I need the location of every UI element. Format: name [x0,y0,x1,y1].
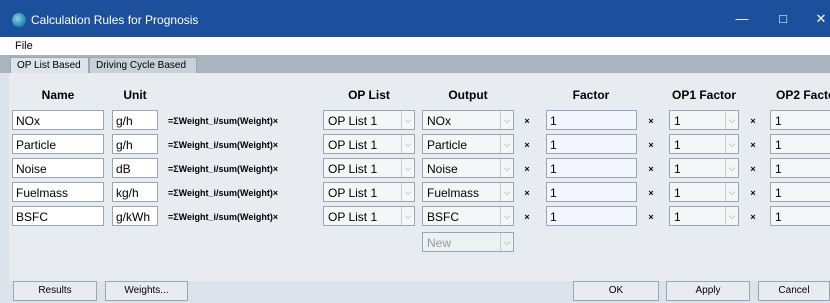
apply-button[interactable]: Apply [666,281,750,301]
op1-factor-select[interactable]: 1 ⌵ [669,206,739,226]
op1-factor-select[interactable]: 1 ⌵ [669,158,739,178]
factor-field[interactable]: 1 [546,110,637,130]
chevron-down-icon: ⌵ [500,135,513,153]
unit-field[interactable]: g/h [112,110,158,130]
name-field[interactable]: BSFC [12,206,104,226]
multiply-symbol: × [524,212,530,222]
op-list-select[interactable]: OP List 1 ⌵ [323,134,415,154]
factor-field[interactable]: 1 [546,206,637,226]
chevron-down-icon: ⌵ [401,183,414,201]
menu-bar: File [0,37,830,55]
unit-field[interactable]: dB [112,158,158,178]
chevron-down-icon: ⌵ [500,233,513,251]
multiply-symbol: × [750,140,756,150]
chevron-down-icon: ⌵ [500,159,513,177]
chevron-down-icon: ⌵ [500,207,513,225]
formula-label: =ΣWeight_i/sum(Weight)× [168,164,279,174]
multiply-symbol: × [648,140,654,150]
title-bar: Calculation Rules for Prognosis — □ ✕ [0,0,830,37]
formula-label: =ΣWeight_i/sum(Weight)× [168,188,279,198]
multiply-symbol: × [648,164,654,174]
factor-field[interactable]: 1 [546,134,637,154]
op2-factor-select[interactable]: 1 [770,158,830,178]
op2-factor-select[interactable]: 1 [770,182,830,202]
close-button[interactable]: ✕ [806,8,830,30]
op2-factor-select[interactable]: 1 [770,110,830,130]
op1-factor-select[interactable]: 1 ⌵ [669,134,739,154]
header-name: Name [41,88,75,102]
output-select[interactable]: Noise ⌵ [422,158,514,178]
output-select[interactable]: Fuelmass ⌵ [422,182,514,202]
tab-strip: OP List Based Driving Cycle Based [0,55,830,73]
header-op1-factor: OP1 Factor [671,88,737,102]
header-factor: Factor [572,88,610,102]
chevron-down-icon: ⌵ [725,159,738,177]
multiply-symbol: × [524,188,530,198]
tab-driving-cycle-based[interactable]: Driving Cycle Based [89,57,197,73]
multiply-symbol: × [648,212,654,222]
cancel-button[interactable]: Cancel [758,281,830,301]
window-title: Calculation Rules for Prognosis [31,13,199,27]
chevron-down-icon: ⌵ [725,207,738,225]
menu-file[interactable]: File [15,40,33,52]
multiply-symbol: × [750,164,756,174]
op-list-select[interactable]: OP List 1 ⌵ [323,158,415,178]
ok-button[interactable]: OK [573,281,659,301]
multiply-symbol: × [750,116,756,126]
name-field[interactable]: NOx [12,110,104,130]
factor-field[interactable]: 1 [546,182,637,202]
multiply-symbol: × [750,188,756,198]
op2-factor-select[interactable]: 1 [770,134,830,154]
op-list-select[interactable]: OP List 1 ⌵ [323,206,415,226]
formula-label: =ΣWeight_i/sum(Weight)× [168,212,279,222]
chevron-down-icon: ⌵ [401,135,414,153]
op-list-select[interactable]: OP List 1 ⌵ [323,182,415,202]
header-output: Output [448,88,488,102]
name-field[interactable]: Noise [12,158,104,178]
chevron-down-icon: ⌵ [725,183,738,201]
header-op-list: OP List [348,88,390,102]
output-select[interactable]: BSFC ⌵ [422,206,514,226]
chevron-down-icon: ⌵ [500,111,513,129]
tab-op-list-based[interactable]: OP List Based [10,57,89,73]
unit-field[interactable]: kg/h [112,182,158,202]
factor-field[interactable]: 1 [546,158,637,178]
header-op2-factor: OP2 Facto [776,88,830,102]
chevron-down-icon: ⌵ [401,159,414,177]
multiply-symbol: × [648,188,654,198]
unit-field[interactable]: g/h [112,134,158,154]
header-unit: Unit [123,88,147,102]
name-field[interactable]: Particle [12,134,104,154]
formula-label: =ΣWeight_i/sum(Weight)× [168,116,279,126]
chevron-down-icon: ⌵ [401,207,414,225]
minimize-button[interactable]: — [727,8,757,30]
results-button[interactable]: Results [13,281,97,301]
chevron-down-icon: ⌵ [725,111,738,129]
chevron-down-icon: ⌵ [500,183,513,201]
multiply-symbol: × [750,212,756,222]
new-output-select[interactable]: New ⌵ [422,232,514,252]
op2-factor-select[interactable]: 1 [770,206,830,226]
op1-factor-select[interactable]: 1 ⌵ [669,110,739,130]
unit-field[interactable]: g/kWh [112,206,158,226]
chevron-down-icon: ⌵ [401,111,414,129]
output-select[interactable]: Particle ⌵ [422,134,514,154]
app-icon [12,13,26,27]
multiply-symbol: × [524,140,530,150]
multiply-symbol: × [524,164,530,174]
formula-label: =ΣWeight_i/sum(Weight)× [168,140,279,150]
multiply-symbol: × [648,116,654,126]
output-select[interactable]: NOx ⌵ [422,110,514,130]
op1-factor-select[interactable]: 1 ⌵ [669,182,739,202]
multiply-symbol: × [524,116,530,126]
chevron-down-icon: ⌵ [725,135,738,153]
weights-button[interactable]: Weights... [105,281,188,301]
op-list-select[interactable]: OP List 1 ⌵ [323,110,415,130]
name-field[interactable]: Fuelmass [12,182,104,202]
maximize-button[interactable]: □ [768,8,798,30]
